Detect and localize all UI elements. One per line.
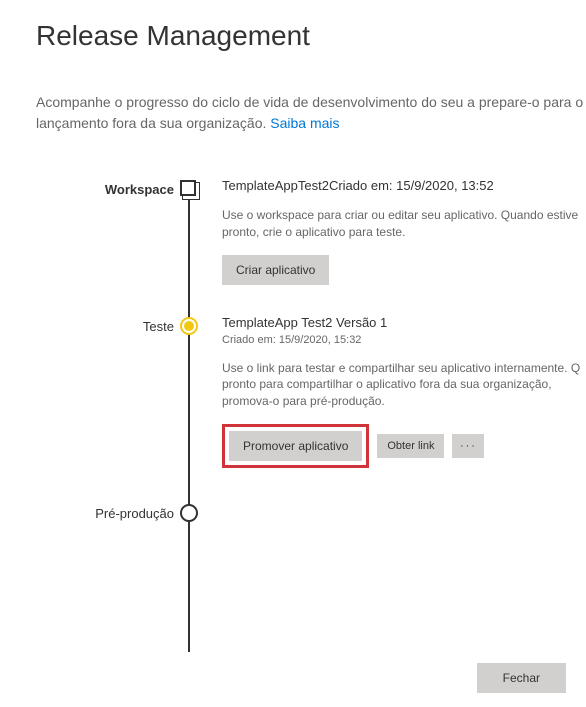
intro-text: Acompanhe o progresso do ciclo de vida d… bbox=[36, 92, 586, 134]
stage-preproduction: Pré-produção bbox=[186, 502, 586, 542]
test-created: Criado em: 15/9/2020, 15:32 bbox=[222, 334, 586, 346]
page-title: Release Management bbox=[36, 20, 586, 52]
stage-test-label: Teste bbox=[36, 319, 174, 334]
promote-app-button[interactable]: Promover aplicativo bbox=[229, 431, 362, 461]
workspace-desc: Use o workspace para criar ou editar seu… bbox=[222, 207, 586, 241]
test-title: TemplateApp Test2 Versão 1 bbox=[222, 315, 586, 330]
stage-preprod-label: Pré-produção bbox=[36, 506, 174, 521]
get-link-button[interactable]: Obter link bbox=[377, 434, 444, 458]
stage-test: Teste TemplateApp Test2 Versão 1 Criado … bbox=[186, 315, 586, 468]
workspace-icon bbox=[180, 180, 196, 196]
preprod-node-icon bbox=[180, 504, 198, 522]
stage-workspace: Workspace TemplateAppTest2Criado em: 15/… bbox=[186, 178, 586, 285]
intro-line-1: Acompanhe o progresso do ciclo de vida d… bbox=[36, 94, 475, 110]
create-app-button[interactable]: Criar aplicativo bbox=[222, 255, 329, 285]
dialog-footer: Fechar bbox=[477, 663, 566, 693]
release-timeline: Workspace TemplateAppTest2Criado em: 15/… bbox=[36, 178, 586, 542]
close-button[interactable]: Fechar bbox=[477, 663, 566, 693]
stage-workspace-label: Workspace bbox=[36, 182, 174, 197]
more-options-button[interactable]: ··· bbox=[452, 434, 484, 458]
promote-highlight: Promover aplicativo bbox=[222, 424, 369, 468]
test-node-icon bbox=[180, 317, 198, 335]
workspace-title: TemplateAppTest2Criado em: 15/9/2020, 13… bbox=[222, 178, 586, 193]
learn-more-link[interactable]: Saiba mais bbox=[270, 115, 339, 131]
test-desc: Use o link para testar e compartilhar se… bbox=[222, 360, 586, 410]
